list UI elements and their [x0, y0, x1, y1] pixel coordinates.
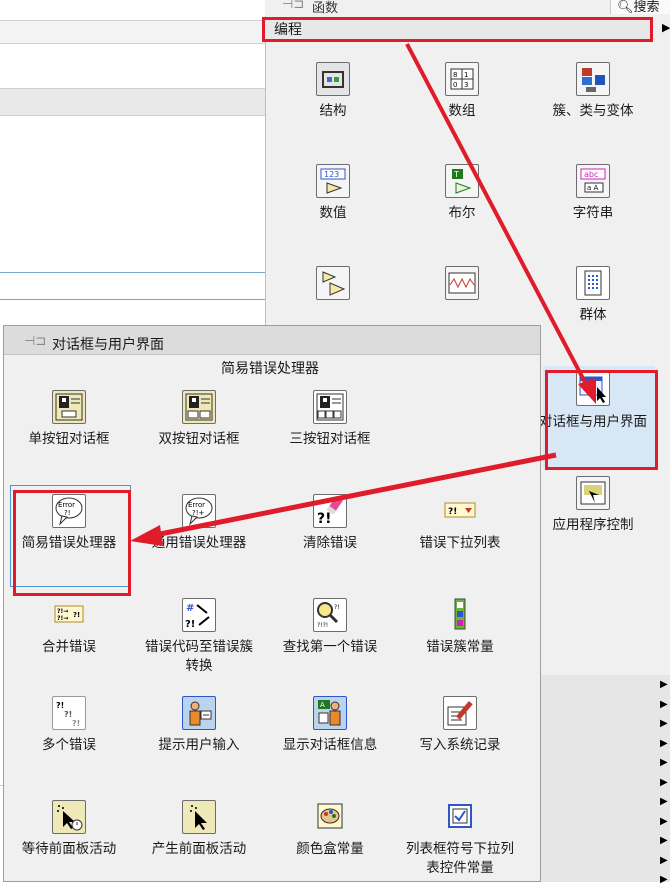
arrowhead [130, 525, 163, 546]
arrowhead [578, 378, 596, 404]
arrow-to-simple-error-handler [149, 452, 557, 539]
arrow-to-dialog-category [405, 43, 590, 389]
annotation-arrows [130, 43, 596, 546]
